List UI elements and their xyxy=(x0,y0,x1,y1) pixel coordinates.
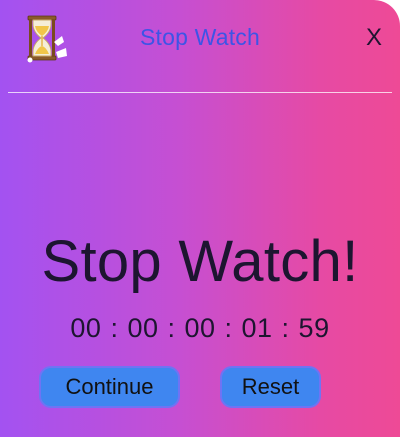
reset-button[interactable]: Reset xyxy=(220,366,321,408)
header-divider xyxy=(8,92,392,93)
continue-button[interactable]: Continue xyxy=(39,366,180,408)
close-button[interactable]: X xyxy=(366,24,382,52)
stopwatch-window: Stop Watch X Stop Watch! 00 : 00 : 00 : … xyxy=(0,0,400,437)
page-heading: Stop Watch! xyxy=(41,229,359,294)
title-bar: Stop Watch X xyxy=(0,0,400,78)
timer-display: 00 : 00 : 00 : 01 : 59 xyxy=(70,313,330,343)
window-title: Stop Watch xyxy=(139,24,261,50)
